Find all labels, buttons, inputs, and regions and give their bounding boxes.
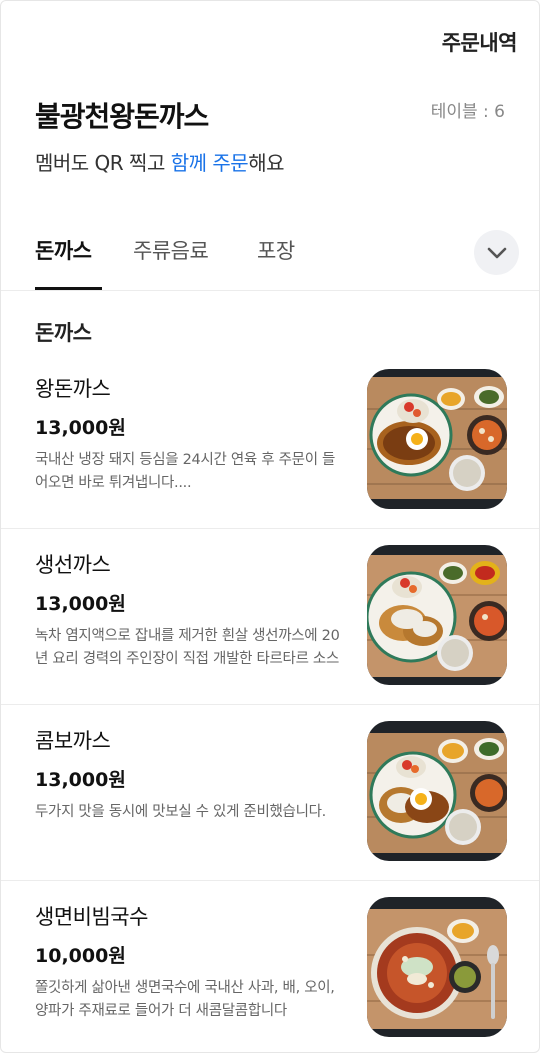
- menu-item-photo: [367, 369, 507, 509]
- menu-item-saengseonkatsu[interactable]: 생선까스 13,000원 녹차 염지액으로 잡내를 제거한 흰살 생선까스에 2…: [1, 529, 539, 705]
- tab-donkatsu[interactable]: 돈까스: [35, 235, 92, 265]
- app-frame: 주문내역 불광천왕돈까스 테이블 : 6 멤버도 QR 찍고 함께 주문해요 돈…: [0, 0, 540, 1053]
- table-number: 테이블 : 6: [430, 102, 505, 122]
- menu-item-price: 13,000원: [35, 769, 126, 791]
- menu-item-name: 생선까스: [35, 553, 111, 577]
- menu-item-name: 콤보까스: [35, 729, 111, 753]
- menu-item-price: 10,000원: [35, 945, 126, 967]
- active-tab-indicator: [35, 287, 102, 290]
- menu-item-photo: [367, 545, 507, 685]
- subtitle-accent: 함께 주문: [170, 151, 249, 175]
- tab-takeout[interactable]: 포장: [257, 235, 295, 265]
- tab-drinks[interactable]: 주류음료: [133, 235, 209, 265]
- category-tabs: 돈까스 주류음료 포장: [1, 215, 539, 291]
- menu-item-desc: 쫄깃하게 삶아낸 생면국수에 국내산 사과, 배, 오이, 양파가 주재료로 들…: [35, 980, 335, 1019]
- menu-item-desc: 국내산 냉장 돼지 등심을 24시간 연육 후 주문이 들어오면 바로 튀겨냅니…: [35, 452, 336, 491]
- menu-item-saengmyeon-bibimguksu[interactable]: 생면비빔국수 10,000원 쫄깃하게 삶아낸 생면국수에 국내산 사과, 배,…: [1, 881, 539, 1052]
- menu-item-price: 13,000원: [35, 593, 126, 615]
- section-title: 돈까스: [35, 321, 92, 345]
- menu-item-desc: 녹차 염지액으로 잡내를 제거한 흰살 생선까스에 20년 요리 경력의 주인장…: [35, 628, 340, 667]
- chevron-down-icon: [487, 247, 506, 258]
- menu-item-combokatsu[interactable]: 콤보까스 13,000원 두가지 맛을 동시에 맛보실 수 있게 준비했습니다.: [1, 705, 539, 881]
- menu-item-desc: 두가지 맛을 동시에 맛보실 수 있게 준비했습니다.: [35, 804, 326, 820]
- menu-item-wangdonkatsu[interactable]: 왕돈까스 13,000원 국내산 냉장 돼지 등심을 24시간 연육 후 주문이…: [1, 353, 539, 529]
- menu-item-price: 13,000원: [35, 417, 126, 439]
- store-name: 불광천왕돈까스: [35, 100, 209, 133]
- subtitle: 멤버도 QR 찍고 함께 주문해요: [35, 147, 284, 176]
- menu-item-name: 왕돈까스: [35, 377, 111, 401]
- subtitle-suffix: 해요: [248, 151, 284, 175]
- order-history-link[interactable]: 주문내역: [442, 27, 518, 57]
- tabs-expand-button[interactable]: [474, 230, 519, 275]
- menu-item-name: 생면비빔국수: [35, 905, 148, 929]
- menu-item-photo: [367, 897, 507, 1037]
- menu-item-photo: [367, 721, 507, 861]
- subtitle-prefix: 멤버도 QR 찍고: [35, 151, 171, 175]
